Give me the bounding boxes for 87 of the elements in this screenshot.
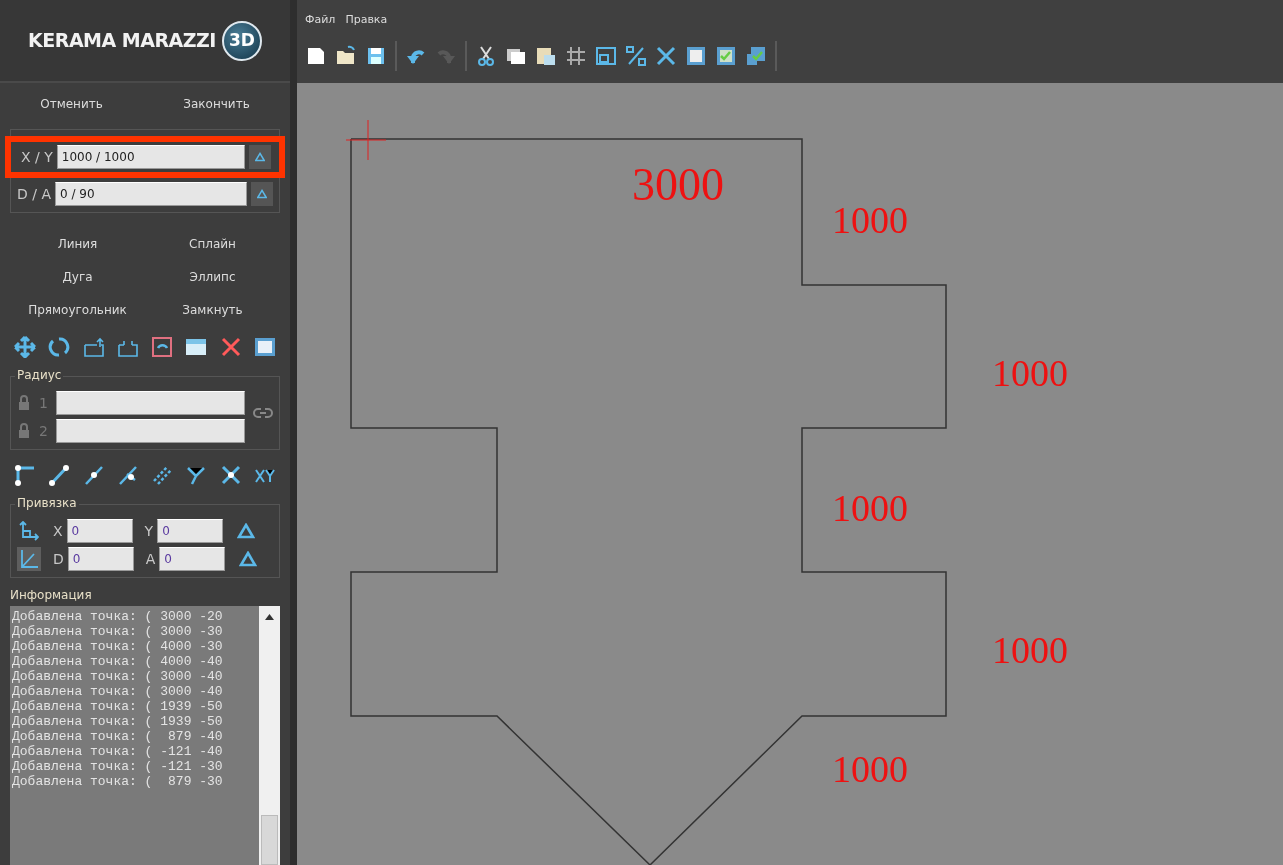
resize-icon <box>595 44 617 67</box>
lock-icon <box>17 423 31 439</box>
dimension-label: 3000 <box>632 159 724 210</box>
tool-button[interactable]: Дуга <box>10 260 145 293</box>
parallel-icon[interactable] <box>151 464 174 486</box>
axes-icon <box>19 521 39 541</box>
toolbar-button[interactable] <box>335 44 357 67</box>
field-label: X <box>53 521 63 541</box>
field-label: A <box>145 549 156 569</box>
window-icon[interactable] <box>253 336 276 358</box>
triangle-icon[interactable] <box>237 523 256 539</box>
scissors-icon <box>475 44 497 67</box>
delta-button[interactable] <box>249 145 271 169</box>
angle-icon <box>19 549 39 569</box>
segment-icon[interactable] <box>48 464 71 486</box>
corner-icon[interactable] <box>14 464 36 486</box>
dimension-label: 1000 <box>832 487 908 529</box>
snap-mode-button[interactable] <box>17 519 41 543</box>
fork-icon[interactable] <box>185 464 208 486</box>
radius-field[interactable] <box>55 391 245 415</box>
frame-up-icon[interactable] <box>82 336 105 358</box>
toolbar-button[interactable] <box>685 44 707 67</box>
toolbar-button[interactable] <box>595 44 617 67</box>
tool-button[interactable]: Сплайн <box>145 227 280 260</box>
percent-icon <box>625 44 647 67</box>
triangle-icon <box>255 151 265 163</box>
dimension-label: 1000 <box>992 629 1068 671</box>
scroll-thumb[interactable] <box>261 815 278 865</box>
dimension-label: 1000 <box>992 352 1068 394</box>
link-icon[interactable] <box>253 407 273 419</box>
tool-button[interactable]: Линия <box>10 227 145 260</box>
field-label: 2 <box>39 421 48 441</box>
toolbar-button[interactable] <box>625 44 647 67</box>
picture-icon[interactable] <box>185 336 208 358</box>
coord-field[interactable]: 0 / 90 <box>55 182 247 206</box>
lock-icon <box>17 395 31 411</box>
toolbar-button[interactable] <box>475 44 497 67</box>
tool-button[interactable]: Прямоугольник <box>10 293 145 326</box>
field-label: 1 <box>39 393 48 413</box>
logo-badge: 3D <box>221 20 262 61</box>
scroll-up-icon[interactable] <box>265 614 274 620</box>
triangle-icon[interactable] <box>239 551 258 567</box>
field-label: D <box>53 549 64 569</box>
logo-text: KERAMA MARAZZI <box>28 28 216 54</box>
scrollbar[interactable] <box>259 606 280 865</box>
tool-button[interactable]: Эллипс <box>145 260 280 293</box>
dimension-label: 1000 <box>832 199 908 241</box>
dimension-label: 1000 <box>832 748 908 790</box>
tool-button[interactable]: Замкнуть <box>145 293 280 326</box>
info-log: Добавлена точка: ( 3000 -20 Добавлена точка: ( 3000 -30 Добавлена точка: ( 4000 -30 Добавлена точка: ( 4000 -40 Добавлена точка: ( 3000 -40 Добавлена точка: ( 3000 -40 Добавлена точка: ( 1939 -50 Добавлена точка: ( 1939 -50 Добавлена точка: ( 879 -40 Добавлена точка: ( -121 -40 Добавлена точка: ( -121 -30 Добавлена точка: ( 879 -30 <box>10 606 259 865</box>
action-button[interactable]: Закончить <box>179 93 254 115</box>
rotate-icon[interactable] <box>48 336 71 358</box>
coord-field[interactable]: 1000 / 1000 <box>56 145 245 169</box>
snap-field[interactable]: 0 <box>157 519 224 543</box>
cursor-icon <box>345 119 387 161</box>
action-button[interactable]: Отменить <box>36 93 107 115</box>
toolbar-button[interactable] <box>655 44 677 67</box>
checked-frame-icon <box>745 44 767 67</box>
snap-field[interactable]: 0 <box>66 519 133 543</box>
coord-label: X / Y <box>21 147 53 167</box>
toolbar-button[interactable] <box>745 44 767 67</box>
midpoint-icon[interactable] <box>82 464 105 486</box>
move-icon[interactable] <box>14 336 36 358</box>
menu-item[interactable]: Файл <box>305 12 336 29</box>
toolbar-button[interactable] <box>565 44 587 67</box>
field-label: Y <box>144 521 154 541</box>
snap-field[interactable]: 0 <box>67 547 134 571</box>
folder-icon <box>335 44 357 67</box>
checked-square-icon <box>715 44 737 67</box>
grid-icon <box>565 44 587 67</box>
menu-item[interactable]: Правка <box>345 12 388 29</box>
coord-label: D / A <box>17 184 51 204</box>
square-icon <box>685 44 707 67</box>
delete-icon[interactable] <box>219 336 242 358</box>
cross-icon <box>655 44 677 67</box>
triangle-icon <box>257 188 267 200</box>
toolbar-button[interactable] <box>715 44 737 67</box>
perpendicular-icon[interactable] <box>116 464 139 486</box>
snap-mode-button[interactable] <box>17 547 41 571</box>
intersection-icon[interactable] <box>219 464 242 486</box>
scale-frame-icon[interactable] <box>151 336 174 358</box>
group-title: Привязка <box>15 496 79 510</box>
snap-field[interactable]: 0 <box>159 547 226 571</box>
delta-button[interactable] <box>251 182 273 206</box>
group-title: Радиус <box>15 368 64 382</box>
radius-field[interactable] <box>55 419 245 443</box>
info-title: Информация <box>10 587 93 604</box>
